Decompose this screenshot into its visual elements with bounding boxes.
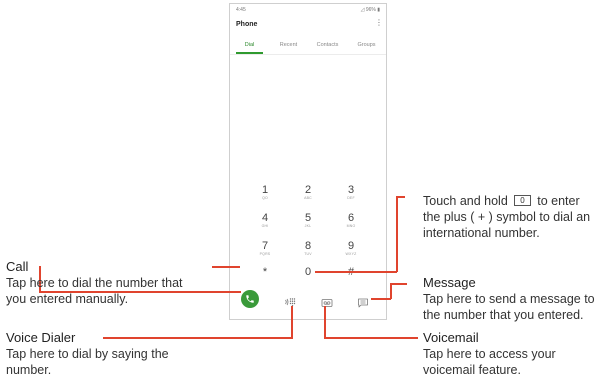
- voice-dialer-annotation: Voice Dialer Tap here to dial by saying …: [6, 330, 169, 378]
- voicemail-annotation-line1: Tap here to access your: [423, 347, 556, 361]
- key-digit: #: [339, 267, 363, 278]
- callout-line-zero-end: [396, 196, 405, 198]
- key-digit: *: [262, 266, 268, 278]
- app-title: Phone: [236, 21, 258, 28]
- tab-bar: Dial Recent Contacts Groups: [230, 40, 386, 54]
- call-annotation-line1: Tap here to dial the number that: [6, 276, 183, 290]
- dialpad-key-3[interactable]: 3 DEF: [339, 184, 363, 201]
- message-icon: [358, 298, 368, 308]
- key-letters: ABC: [304, 196, 312, 200]
- tab-dial[interactable]: Dial: [230, 40, 269, 50]
- key-digit: 3: [347, 184, 355, 196]
- callout-line-voicemail-vertical: [324, 306, 326, 338]
- more-options-icon[interactable]: ⋮: [375, 19, 383, 27]
- key-letters: TUV: [304, 252, 312, 256]
- voice-dialer-annotation-line1: Tap here to dial by saying the: [6, 347, 169, 361]
- key-digit: 0: [304, 266, 312, 278]
- key-letters: JKL: [304, 224, 312, 228]
- voice-dialer-button[interactable]: [284, 294, 296, 312]
- callout-line-zero: [315, 271, 397, 273]
- voicemail-annotation-title: Voicemail: [423, 330, 479, 345]
- dialpad-key-6[interactable]: 6 MNO: [339, 212, 363, 229]
- status-indicators: ◿ 96% ▮: [360, 7, 380, 13]
- key-digit: 1: [261, 184, 269, 196]
- callout-line-voice-vertical: [291, 306, 293, 338]
- callout-line-message-top: [390, 283, 407, 285]
- message-annotation: Message Tap here to send a message to th…: [423, 275, 595, 323]
- key-letters: MNO: [346, 224, 356, 228]
- divider: [230, 54, 386, 55]
- zero-key-line1: Touch and hold 0 to enter: [423, 193, 590, 209]
- callout-line-message-vertical: [390, 283, 392, 299]
- callout-line-message: [371, 298, 391, 300]
- zero-key-line3: international number.: [423, 226, 540, 240]
- voicemail-annotation-line2: voicemail feature.: [423, 363, 521, 377]
- voicemail-button[interactable]: [321, 295, 333, 313]
- key-letters: DEF: [347, 196, 355, 200]
- dialpad-key-5[interactable]: 5 JKL: [296, 212, 320, 229]
- call-button[interactable]: [241, 290, 259, 308]
- message-button[interactable]: [357, 295, 369, 313]
- zero-key-glyph: 0: [514, 195, 531, 206]
- message-annotation-line1: Tap here to send a message to: [423, 292, 595, 306]
- key-digit: 6: [347, 212, 355, 224]
- dialpad-key-7[interactable]: 7 PQRS: [253, 240, 277, 257]
- voicemail-annotation: Voicemail Tap here to access your voicem…: [423, 330, 556, 378]
- key-letters: WXYZ: [345, 252, 357, 256]
- zero-key-annotation: Touch and hold 0 to enter the plus ( + )…: [423, 193, 590, 241]
- callout-line-voicemail: [324, 337, 418, 339]
- dialpad-key-4[interactable]: 4 GHI: [253, 212, 277, 229]
- key-digit: 7: [261, 240, 269, 252]
- dialpad-key-9[interactable]: 9 WXYZ: [339, 240, 363, 257]
- key-digit: 2: [304, 184, 312, 196]
- voice-dialer-icon: [285, 298, 296, 307]
- status-time: 4:45: [236, 7, 246, 13]
- call-annotation-line2: you entered manually.: [6, 292, 129, 306]
- voice-dialer-annotation-line2: number.: [6, 363, 52, 377]
- key-digit: 9: [347, 240, 355, 252]
- call-annotation-title: Call: [6, 259, 29, 274]
- tab-recent[interactable]: Recent: [269, 40, 308, 50]
- dialpad-key-hash[interactable]: #: [339, 267, 363, 278]
- zero-key-text-b: to enter: [537, 194, 580, 208]
- key-letters: GHI: [261, 224, 269, 228]
- key-digit: 4: [261, 212, 269, 224]
- key-letters: PQRS: [259, 252, 271, 256]
- dialpad-key-0[interactable]: 0: [296, 267, 320, 278]
- status-bar: 4:45 ◿ 96% ▮: [236, 7, 380, 15]
- tab-groups[interactable]: Groups: [347, 40, 386, 50]
- voicemail-icon: [321, 299, 333, 307]
- dialpad-key-2[interactable]: 2 ABC: [296, 184, 320, 201]
- dialpad-key-1[interactable]: 1 QO: [253, 184, 277, 201]
- key-letters: QO: [262, 196, 268, 200]
- phone-icon: [246, 295, 254, 303]
- key-digit: 5: [304, 212, 312, 224]
- voice-dialer-annotation-title: Voice Dialer: [6, 330, 76, 345]
- callout-line-call-top: [212, 266, 240, 268]
- dialpad-key-star[interactable]: *: [253, 267, 277, 278]
- dialpad-key-8[interactable]: 8 TUV: [296, 240, 320, 257]
- tab-contacts[interactable]: Contacts: [308, 40, 347, 50]
- key-digit: 8: [304, 240, 312, 252]
- callout-line-zero-vertical: [396, 196, 398, 272]
- call-annotation: Call Tap here to dial the number that yo…: [6, 259, 183, 307]
- message-annotation-line2: the number that you entered.: [423, 308, 584, 322]
- zero-key-line2: the plus ( + ) symbol to dial an: [423, 210, 591, 224]
- message-annotation-title: Message: [423, 275, 476, 290]
- zero-key-text-a: Touch and hold: [423, 194, 508, 208]
